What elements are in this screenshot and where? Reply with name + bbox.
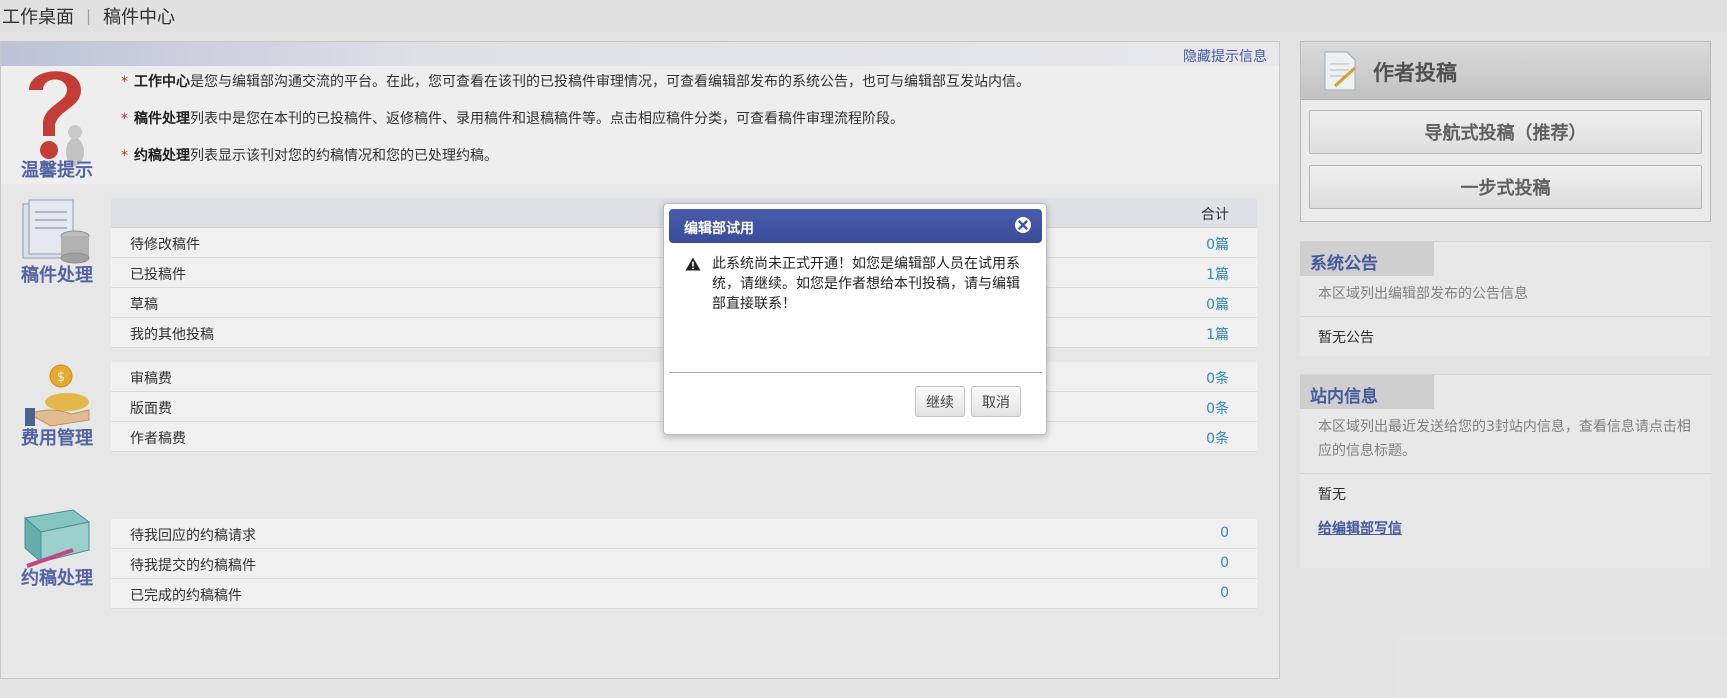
dialog-title: 编辑部试用 (684, 221, 754, 237)
continue-button[interactable]: 继续 (915, 386, 965, 417)
warning-icon (685, 257, 701, 271)
dialog-divider (669, 372, 1042, 373)
dialog-header: 编辑部试用 (669, 209, 1042, 243)
trial-dialog: 编辑部试用 此系统尚未正式开通！如您是编辑部人员在试用系统，请继续。如您是作者想… (663, 203, 1047, 435)
close-icon[interactable] (1014, 216, 1032, 234)
cancel-button[interactable]: 取消 (971, 386, 1021, 417)
dialog-message: 此系统尚未正式开通！如您是编辑部人员在试用系统，请继续。如您是作者想给本刊投稿，… (712, 256, 1020, 312)
